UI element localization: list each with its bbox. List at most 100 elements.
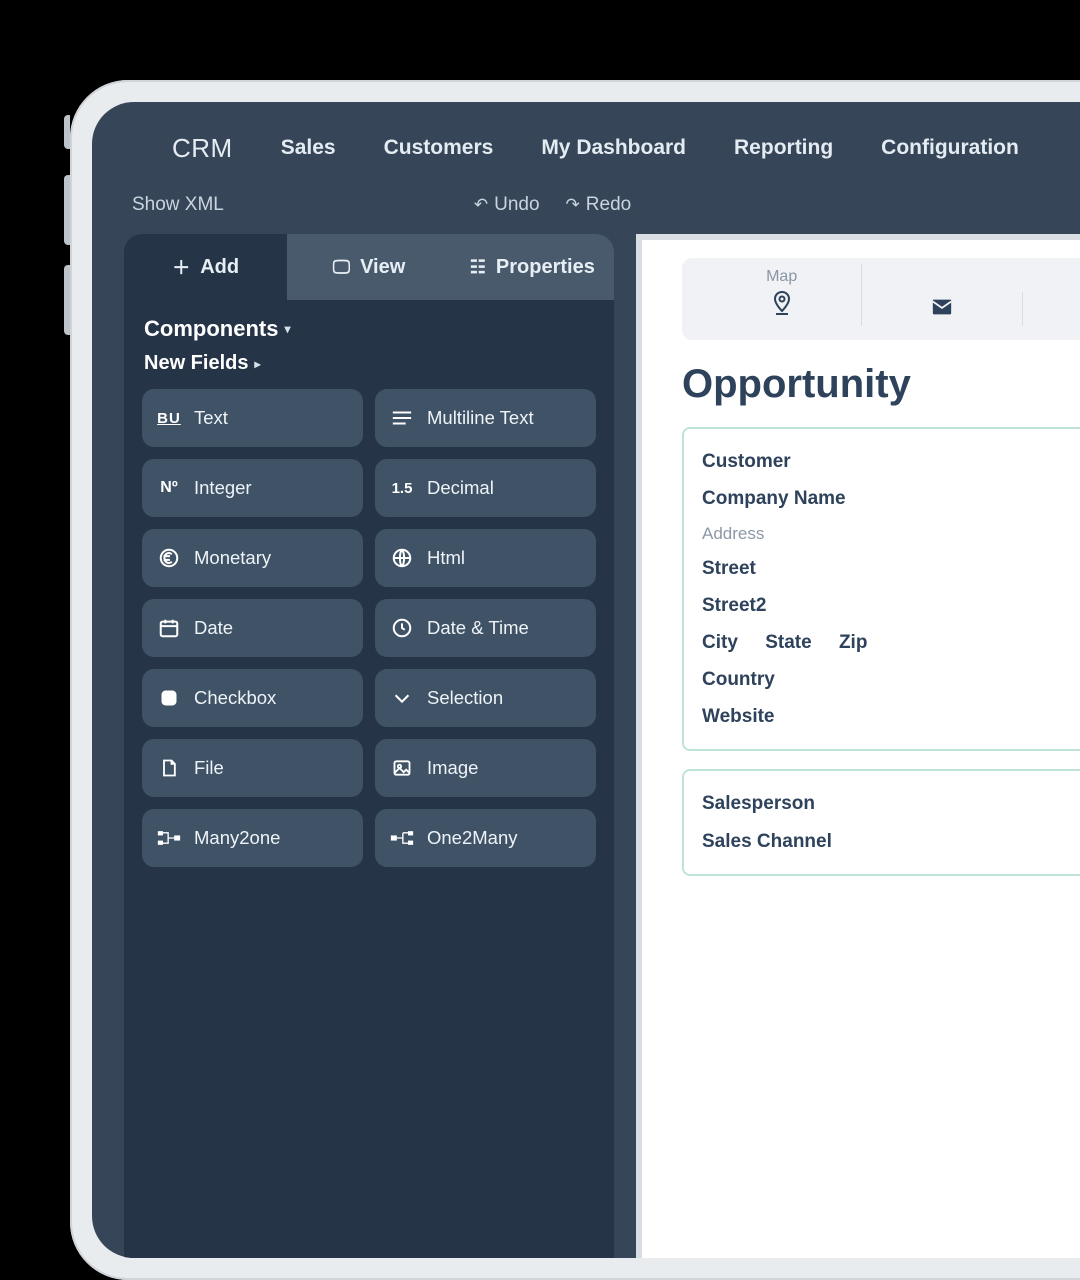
- decimal-icon: 1.5: [389, 480, 415, 497]
- nav-configuration[interactable]: Configuration: [881, 136, 1019, 160]
- field-label: Html: [427, 547, 465, 569]
- tab-view[interactable]: 🖵 View: [287, 234, 450, 300]
- toolbar-map[interactable]: Map: [702, 264, 862, 326]
- field-salesperson[interactable]: Salesperson: [702, 785, 1080, 822]
- workspace: ＋ Add 🖵 View ☷ Properties Components ▾: [92, 234, 1080, 1258]
- components-label: Components: [144, 316, 278, 342]
- nav-reporting[interactable]: Reporting: [734, 136, 833, 160]
- top-nav: CRM Sales Customers My Dashboard Reporti…: [92, 102, 1080, 190]
- many2one-icon: [156, 828, 182, 848]
- nav-my-dashboard[interactable]: My Dashboard: [541, 136, 686, 160]
- redo-button[interactable]: ↷ Redo: [566, 194, 632, 216]
- field-city[interactable]: City: [702, 632, 738, 653]
- device-frame: CRM Sales Customers My Dashboard Reporti…: [70, 80, 1080, 1280]
- components-panel: ＋ Add 🖵 View ☷ Properties Components ▾: [124, 234, 614, 1258]
- pin-icon: [770, 290, 794, 322]
- device-button: [64, 175, 70, 245]
- form-title: Opportunity: [682, 362, 1080, 407]
- field-label: Integer: [194, 477, 252, 499]
- field-text[interactable]: BU Text: [142, 389, 363, 447]
- nav-customers[interactable]: Customers: [384, 136, 494, 160]
- list-icon: ☷: [470, 257, 486, 278]
- undo-label: Undo: [494, 194, 539, 216]
- form-toolbar: Map: [682, 258, 1080, 340]
- tab-properties[interactable]: ☷ Properties: [451, 234, 614, 300]
- form-group-customer[interactable]: Customer Company Name Address Street Str…: [682, 427, 1080, 751]
- text-icon: BU: [156, 410, 182, 427]
- field-grid: BU Text Multiline Text Nº Integer 1.5 De…: [124, 385, 614, 871]
- caret-right-icon: ▸: [254, 357, 260, 371]
- paragraph-icon: [389, 409, 415, 427]
- sub-toolbar: Show XML ↶ Undo ↷ Redo: [92, 190, 1080, 234]
- field-file[interactable]: File: [142, 739, 363, 797]
- field-label: Multiline Text: [427, 407, 534, 429]
- field-multiline-text[interactable]: Multiline Text: [375, 389, 596, 447]
- label-address: Address: [702, 517, 1080, 550]
- one2many-icon: [389, 828, 415, 848]
- field-date[interactable]: Date: [142, 599, 363, 657]
- field-integer[interactable]: Nº Integer: [142, 459, 363, 517]
- panel-tabs: ＋ Add 🖵 View ☷ Properties: [124, 234, 614, 300]
- field-label: Monetary: [194, 547, 271, 569]
- tab-add[interactable]: ＋ Add: [124, 234, 287, 300]
- calendar-icon: [156, 617, 182, 639]
- new-fields-label: New Fields: [144, 352, 248, 375]
- field-label: One2Many: [427, 827, 518, 849]
- field-zip[interactable]: Zip: [839, 632, 868, 653]
- field-street[interactable]: Street: [702, 550, 1080, 587]
- field-image[interactable]: Image: [375, 739, 596, 797]
- field-label: Image: [427, 757, 478, 779]
- field-selection[interactable]: Selection: [375, 669, 596, 727]
- app-title: CRM: [168, 133, 233, 164]
- redo-label: Redo: [586, 194, 631, 216]
- plus-icon: ＋: [172, 254, 190, 280]
- app-screen: CRM Sales Customers My Dashboard Reporti…: [92, 102, 1080, 1258]
- nav-sales[interactable]: Sales: [281, 136, 336, 160]
- field-customer[interactable]: Customer: [702, 443, 1080, 480]
- mail-icon: [931, 296, 953, 322]
- field-html[interactable]: Html: [375, 529, 596, 587]
- field-monetary[interactable]: Monetary: [142, 529, 363, 587]
- field-street2[interactable]: Street2: [702, 587, 1080, 624]
- field-sales-channel[interactable]: Sales Channel: [702, 823, 1080, 860]
- new-fields-section[interactable]: New Fields ▸: [124, 346, 614, 385]
- field-country[interactable]: Country: [702, 661, 1080, 698]
- field-label: Date & Time: [427, 617, 529, 639]
- field-label: Decimal: [427, 477, 494, 499]
- redo-icon: ↷: [566, 195, 580, 215]
- tab-properties-label: Properties: [496, 256, 595, 279]
- image-icon: [389, 758, 415, 778]
- field-label: Selection: [427, 687, 503, 709]
- clock-icon: [389, 617, 415, 639]
- components-section[interactable]: Components ▾: [124, 300, 614, 346]
- undo-button[interactable]: ↶ Undo: [474, 194, 540, 216]
- euro-icon: [156, 547, 182, 569]
- toolbar-map-label: Map: [766, 268, 797, 286]
- tab-add-label: Add: [200, 256, 239, 279]
- globe-icon: [389, 547, 415, 569]
- toolbar-phone[interactable]: [1023, 290, 1080, 326]
- number-icon: Nº: [156, 479, 182, 497]
- device-button: [64, 265, 70, 335]
- form-group-sales[interactable]: Salesperson Sales Channel: [682, 769, 1080, 875]
- device-button: [64, 115, 70, 149]
- show-xml-button[interactable]: Show XML: [132, 194, 224, 216]
- file-icon: [156, 757, 182, 779]
- field-decimal[interactable]: 1.5 Decimal: [375, 459, 596, 517]
- field-state[interactable]: State: [765, 632, 811, 653]
- chevron-down-icon: [389, 687, 415, 709]
- field-many2one[interactable]: Many2one: [142, 809, 363, 867]
- field-label: File: [194, 757, 224, 779]
- field-company-name[interactable]: Company Name: [702, 480, 1080, 517]
- field-label: Checkbox: [194, 687, 276, 709]
- field-label: Text: [194, 407, 228, 429]
- field-website[interactable]: Website: [702, 698, 1080, 735]
- field-checkbox[interactable]: Checkbox: [142, 669, 363, 727]
- caret-down-icon: ▾: [284, 322, 290, 336]
- monitor-icon: 🖵: [333, 257, 350, 278]
- toolbar-mail[interactable]: [862, 292, 1022, 326]
- checkbox-icon: [156, 688, 182, 708]
- field-one2many[interactable]: One2Many: [375, 809, 596, 867]
- field-datetime[interactable]: Date & Time: [375, 599, 596, 657]
- field-label: Date: [194, 617, 233, 639]
